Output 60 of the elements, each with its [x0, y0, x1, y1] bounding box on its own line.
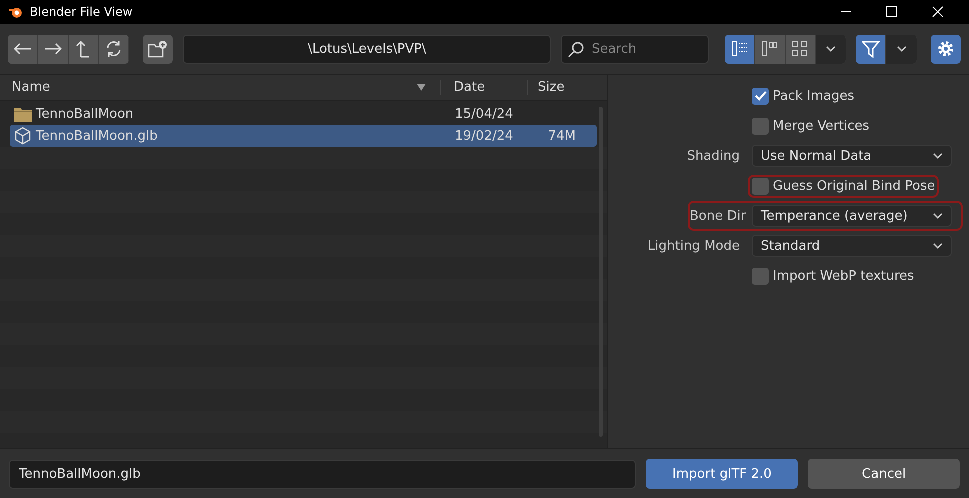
- checkbox-label: Guess Original Bind Pose: [773, 178, 936, 194]
- chevron-down-icon: [933, 243, 943, 249]
- checkbox[interactable]: [752, 268, 769, 284]
- field-label: Shading: [687, 148, 740, 164]
- gear-icon: [936, 40, 955, 58]
- sort-icon[interactable]: [417, 84, 426, 91]
- back-button[interactable]: [8, 34, 38, 64]
- file-name: TennoBallMoon: [36, 106, 134, 122]
- view-mode-button[interactable]: [724, 34, 756, 64]
- file-date: 15/04/24: [455, 106, 514, 122]
- file-row[interactable]: TennoBallMoon.glb 19/02/24 74M: [10, 125, 597, 147]
- file-name: TennoBallMoon.glb: [36, 128, 158, 144]
- close-icon: [932, 6, 944, 18]
- list-view-icon: [732, 41, 748, 57]
- path-field[interactable]: \Lotus\Levels\PVP\: [183, 34, 551, 64]
- arrow-left-icon: [14, 43, 32, 55]
- file-date: 19/02/24: [455, 128, 514, 144]
- import-button[interactable]: Import glTF 2.0: [646, 459, 798, 489]
- filter-icon: [862, 40, 880, 58]
- folder-icon: [14, 106, 32, 122]
- checkbox-label: Merge Vertices: [773, 118, 870, 134]
- chevron-down-icon: [896, 46, 907, 52]
- checkmark-icon: [754, 91, 766, 101]
- column-header[interactable]: Date: [454, 80, 486, 95]
- dropdown[interactable]: Temperance (average): [752, 205, 952, 227]
- column-header[interactable]: Name: [12, 80, 50, 95]
- field-label: Bone Dir: [690, 208, 746, 224]
- window-title: Blender File View: [30, 5, 133, 19]
- chevron-down-icon: [826, 46, 836, 52]
- arrow-up-icon: [76, 40, 90, 58]
- chevron-down-icon: [933, 153, 943, 159]
- checkbox[interactable]: [752, 118, 769, 134]
- checkbox-label: Import WebP textures: [773, 268, 914, 284]
- filename-field[interactable]: TennoBallMoon.glb: [9, 460, 636, 488]
- column-header[interactable]: Size: [538, 80, 565, 95]
- maximize-icon: [886, 6, 898, 18]
- file-size: 74M: [548, 128, 576, 144]
- columns-view-icon: [762, 41, 778, 57]
- chevron-down-icon: [933, 213, 943, 219]
- refresh-icon: [104, 40, 123, 58]
- cube-icon: [14, 127, 32, 145]
- app-logo-icon: [8, 5, 24, 19]
- cancel-button[interactable]: Cancel: [808, 459, 960, 489]
- view-mode-button[interactable]: [786, 34, 816, 64]
- filter-button[interactable]: [856, 34, 886, 64]
- settings-button[interactable]: [930, 34, 962, 64]
- folder-plus-icon: [148, 40, 168, 58]
- checkbox-label: Pack Images: [773, 88, 855, 104]
- parent-directory-button[interactable]: [68, 34, 99, 64]
- checkbox[interactable]: [752, 178, 769, 194]
- file-row[interactable]: TennoBallMoon 15/04/24: [10, 103, 597, 125]
- dropdown[interactable]: Use Normal Data: [752, 145, 952, 167]
- search-icon: [566, 40, 585, 58]
- dropdown-button[interactable]: [816, 34, 846, 64]
- grid-view-icon: [792, 41, 808, 57]
- checkbox[interactable]: [752, 88, 769, 104]
- search-field[interactable]: Search: [560, 34, 709, 64]
- arrow-right-icon: [44, 43, 62, 55]
- field-label: Lighting Mode: [648, 238, 740, 254]
- dropdown[interactable]: Standard: [752, 235, 952, 257]
